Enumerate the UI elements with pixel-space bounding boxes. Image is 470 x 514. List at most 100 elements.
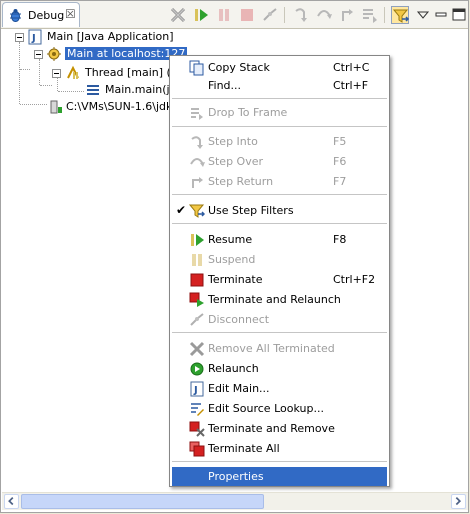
resume-icon [195, 9, 208, 21]
minimize-button[interactable] [432, 6, 450, 24]
scroll-thumb[interactable] [21, 494, 264, 509]
arrow-right-icon [455, 496, 462, 506]
resume-button[interactable] [192, 6, 210, 24]
maximize-button[interactable] [450, 6, 468, 24]
relaunch-icon [190, 362, 204, 376]
menu-item-disconnect[interactable]: Disconnect [172, 310, 387, 329]
step-over-button[interactable] [315, 6, 333, 24]
menu-item-find[interactable]: Find... Ctrl+F [172, 76, 387, 95]
terminate-button[interactable] [238, 6, 256, 24]
menu-item-terminate[interactable]: Terminate Ctrl+F2 [172, 270, 387, 289]
step-return-button[interactable] [338, 6, 356, 24]
collapse-toggle[interactable] [34, 50, 43, 59]
scroll-right-button[interactable] [451, 494, 466, 509]
thread-icon [67, 65, 79, 79]
menu-item-shortcut: F6 [333, 155, 347, 168]
disconnect-button[interactable] [261, 6, 279, 24]
tab-label: Debug [28, 9, 65, 22]
menu-item-label: Terminate and Relaunch [208, 293, 341, 306]
menu-item-shortcut: Ctrl+F [333, 79, 369, 92]
step-over-icon [317, 10, 332, 19]
horizontal-scrollbar[interactable] [2, 492, 468, 510]
menu-item-step-into[interactable]: Step Into F5 [172, 132, 387, 151]
menu-item-drop-to-frame[interactable]: Drop To Frame [172, 103, 387, 122]
terminate-icon [190, 273, 204, 287]
remove-all-terminated-icon [170, 7, 186, 23]
svg-text:J: J [31, 33, 36, 44]
step-return-icon [342, 9, 353, 21]
step-into-icon [295, 8, 307, 22]
menu-item-properties[interactable]: Properties [172, 467, 387, 486]
menu-item-shortcut: F7 [333, 175, 347, 188]
remove-all-terminated-button[interactable] [169, 6, 187, 24]
menu-separator [172, 98, 387, 99]
debug-bug-icon [10, 9, 21, 22]
view-tab-bar: Debug ☒ [1, 1, 468, 29]
toolbar-separator [284, 7, 285, 23]
menu-item-label: Find... [208, 79, 242, 92]
process-label: C:\VMs\SUN-1.6\jdk6 [66, 100, 180, 113]
menu-item-terminate-all[interactable]: Terminate All [172, 439, 387, 458]
checkmark-icon: ✔ [176, 203, 187, 217]
collapse-toggle[interactable] [52, 69, 61, 78]
menu-item-label: Copy Stack [208, 61, 270, 74]
menu-separator [172, 332, 387, 333]
menu-item-terminate-relaunch[interactable]: Terminate and Relaunch [172, 290, 387, 309]
step-return-icon [192, 177, 203, 188]
menu-item-terminate-remove[interactable]: Terminate and Remove [172, 419, 387, 438]
suspend-button[interactable] [215, 6, 233, 24]
menu-item-remove-all-terminated[interactable]: Remove All Terminated [172, 339, 387, 358]
step-into-button[interactable] [292, 6, 310, 24]
menu-item-label: Suspend [208, 253, 256, 266]
edit-source-lookup-icon [191, 403, 204, 416]
svg-text:J: J [193, 385, 198, 396]
menu-item-label: Drop To Frame [208, 106, 288, 119]
menu-item-label: Disconnect [208, 313, 270, 326]
context-menu: Copy Stack Ctrl+C Find... Ctrl+F Drop To… [169, 55, 390, 487]
menu-separator [172, 223, 387, 224]
debug-target-icon [47, 47, 61, 61]
scroll-left-button[interactable] [4, 494, 19, 509]
disconnect-icon [263, 8, 277, 21]
collapse-toggle[interactable] [15, 33, 24, 42]
use-step-filters-icon [392, 9, 410, 23]
drop-to-frame-button[interactable] [361, 6, 379, 24]
menu-item-label: Relaunch [208, 362, 259, 375]
java-application-icon: J [28, 29, 42, 45]
menu-item-label: Remove All Terminated [208, 342, 335, 355]
menu-item-copy-stack[interactable]: Copy Stack Ctrl+C [172, 58, 387, 77]
menu-item-edit-source-lookup[interactable]: Edit Source Lookup... [172, 399, 387, 418]
menu-item-resume[interactable]: Resume F8 [172, 230, 387, 249]
minimize-icon [435, 12, 447, 17]
menu-item-label: Edit Main... [208, 382, 270, 395]
drop-to-frame-icon [363, 9, 377, 23]
menu-separator [172, 461, 387, 462]
menu-item-step-return[interactable]: Step Return F7 [172, 172, 387, 191]
menu-separator [172, 126, 387, 127]
menu-item-label: Use Step Filters [208, 204, 294, 217]
menu-item-relaunch[interactable]: Relaunch [172, 359, 387, 378]
view-menu-button[interactable] [414, 6, 432, 24]
menu-item-label: Step Over [208, 155, 263, 168]
process-icon [50, 100, 62, 114]
menu-item-label: Terminate [208, 273, 263, 286]
menu-item-step-over[interactable]: Step Over F6 [172, 152, 387, 171]
toolbar-separator [384, 7, 385, 23]
suspend-icon [192, 254, 202, 266]
use-step-filters-button[interactable] [391, 6, 410, 24]
drop-to-frame-icon [191, 108, 203, 120]
menu-item-edit-main[interactable]: J Edit Main... [172, 379, 387, 398]
tree-node-launch[interactable]: J Main [Java Application] [1, 29, 201, 45]
arrow-left-icon [8, 496, 14, 506]
terminate-relaunch-icon [189, 292, 204, 307]
close-icon[interactable]: ☒ [65, 7, 76, 21]
resume-icon [191, 234, 204, 246]
maximize-icon [452, 8, 466, 21]
menu-item-label: Properties [208, 470, 264, 483]
menu-item-label: Terminate and Remove [208, 422, 335, 435]
menu-item-use-step-filters[interactable]: ✔ Use Step Filters [172, 201, 387, 220]
menu-item-suspend[interactable]: Suspend [172, 250, 387, 269]
edit-launch-icon: J [190, 381, 204, 397]
tab-debug[interactable]: Debug ☒ [2, 2, 80, 27]
menu-item-shortcut: F5 [333, 135, 347, 148]
